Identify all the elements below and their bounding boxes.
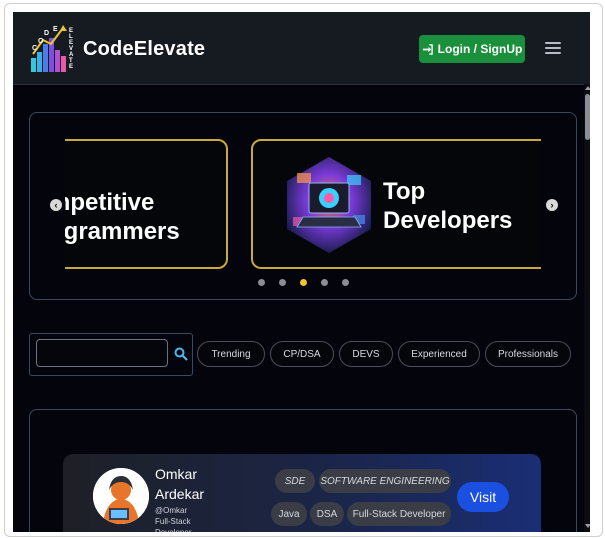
profile-role: Full-Stack Developer [155, 517, 191, 532]
user-avatar-illustration [93, 468, 149, 524]
filter-chip-trending[interactable]: Trending [197, 341, 265, 367]
logo-letter: C [32, 45, 37, 52]
tag-java: Java [271, 502, 307, 526]
slide-title: p mpetitive ogrammers [65, 189, 180, 245]
hamburger-menu-icon[interactable] [545, 42, 561, 54]
filter-chip-devs[interactable]: DEVS [339, 341, 393, 367]
scroll-up-arrow-icon[interactable] [585, 86, 590, 90]
profile-handle: @Omkar [155, 506, 188, 515]
hero-carousel: p mpetitive ogrammers [29, 112, 577, 300]
tag-full-stack-developer: Full-Stack Developer [347, 502, 451, 526]
carousel-dot[interactable] [278, 279, 286, 286]
logo-letter: E [69, 64, 73, 70]
carousel-prev-button[interactable]: ‹ [50, 199, 62, 211]
chevron-right-icon: › [550, 200, 554, 210]
navbar: C O D E E L E V A T E CodeElevate Login … [13, 12, 590, 85]
app-viewport: C O D E E L E V A T E CodeElevate Login … [13, 12, 590, 532]
profile-card[interactable]: Omkar Ardekar @Omkar Full-Stack Develope… [63, 454, 541, 532]
filter-chip-cp-dsa[interactable]: CP/DSA [270, 341, 334, 367]
profile-meta: @Omkar Full-Stack Developer [155, 505, 205, 532]
codeelevate-logo[interactable]: C O D E E L E V A T E [29, 22, 77, 74]
search-icon[interactable] [174, 347, 188, 361]
filter-chip-experienced[interactable]: Experienced [398, 341, 480, 367]
carousel-dot[interactable] [299, 279, 307, 286]
brand-name[interactable]: CodeElevate [83, 38, 205, 61]
chevron-left-icon: ‹ [54, 200, 58, 210]
visit-button[interactable]: Visit [457, 482, 509, 512]
avatar [93, 468, 149, 524]
laptop-hexagon-illustration [287, 157, 371, 253]
tag-software-engineering: SOFTWARE ENGINEERING [319, 469, 451, 493]
carousel-dot[interactable] [320, 279, 328, 286]
slide-title: Top Developers [383, 178, 513, 234]
sign-in-icon [422, 43, 433, 55]
search-container [29, 333, 193, 376]
scrollbar-thumb[interactable] [585, 94, 590, 140]
carousel-slide-competitive-programmers[interactable]: p mpetitive ogrammers [65, 139, 228, 269]
scroll-down-arrow-icon[interactable] [585, 524, 590, 528]
browser-frame: C O D E E L E V A T E CodeElevate Login … [4, 3, 603, 537]
carousel-indicators [30, 279, 576, 286]
carousel-dot[interactable] [257, 279, 265, 286]
login-signup-label: Login / SignUp [437, 42, 523, 56]
tag-dsa: DSA [310, 502, 344, 526]
logo-letter: E [53, 26, 58, 33]
scrollbar-track[interactable] [584, 84, 590, 532]
login-signup-button[interactable]: Login / SignUp [419, 35, 525, 63]
carousel-next-button[interactable]: › [546, 199, 558, 211]
logo-letter: O [38, 38, 44, 45]
search-input[interactable] [36, 339, 168, 367]
logo-letter: D [44, 30, 49, 37]
profile-name: Omkar Ardekar [155, 466, 205, 502]
tag-sde: SDE [275, 469, 315, 493]
carousel-dot[interactable] [341, 279, 349, 286]
filter-chip-professionals[interactable]: Professionals [485, 341, 571, 367]
carousel-slide-top-developers[interactable]: Top Developers [251, 139, 541, 269]
carousel-track: p mpetitive ogrammers [65, 139, 541, 275]
